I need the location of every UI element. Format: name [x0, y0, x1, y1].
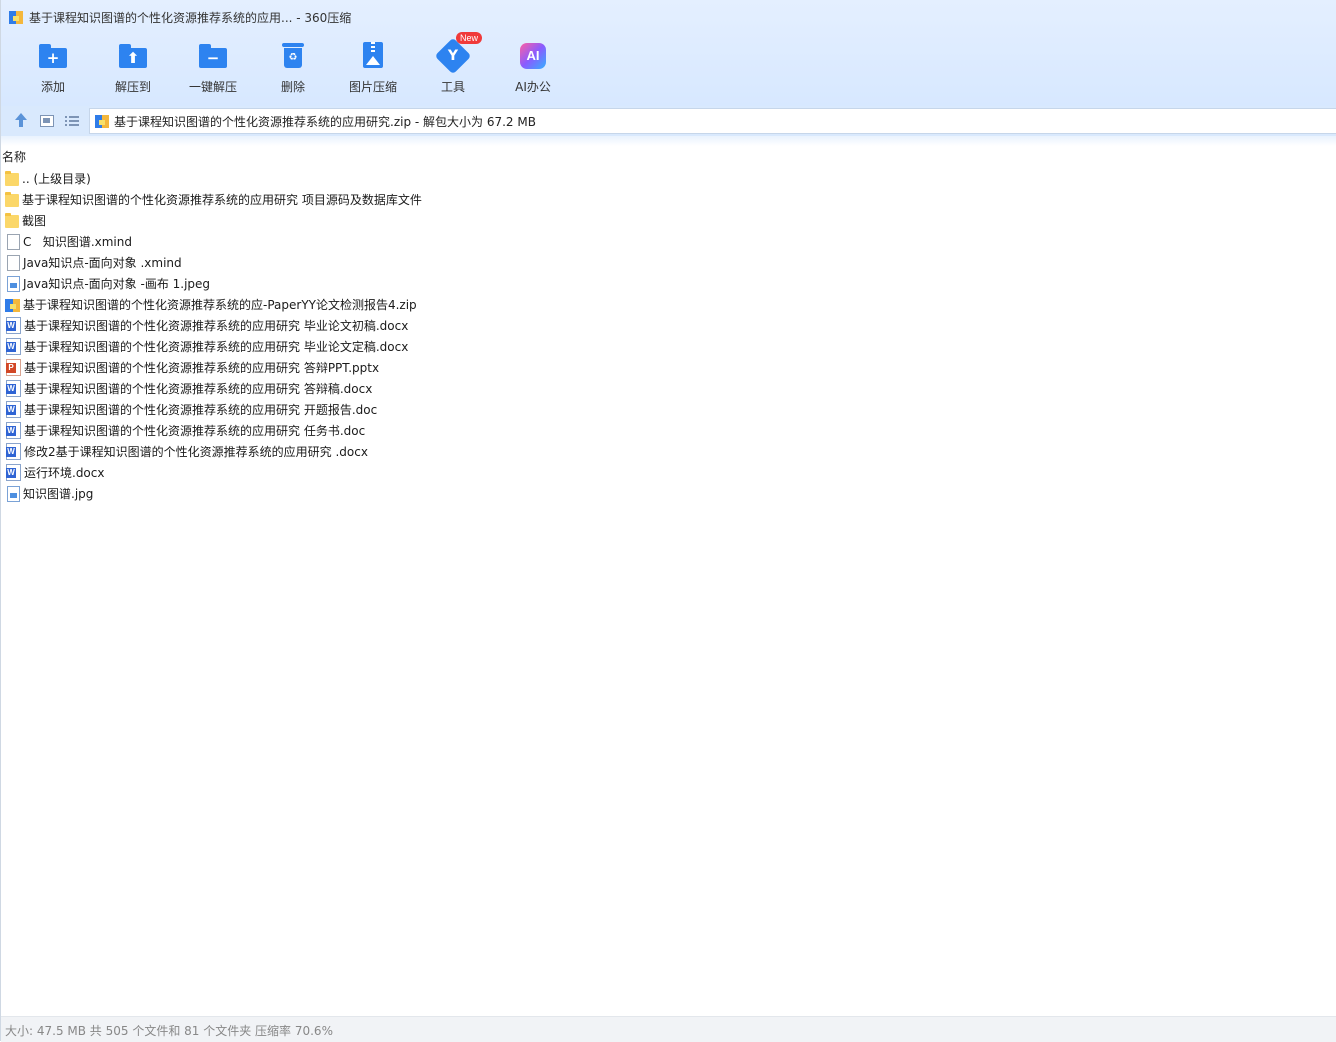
- file-name: 基于课程知识图谱的个性化资源推荐系统的应用研究 答辩稿.docx: [24, 382, 373, 396]
- word-file-icon: [6, 443, 21, 460]
- list-item[interactable]: 基于课程知识图谱的个性化资源推荐系统的应用研究 答辩PPT.pptx: [5, 357, 422, 378]
- list-item[interactable]: 截图: [5, 210, 422, 231]
- address-bar[interactable]: 基于课程知识图谱的个性化资源推荐系统的应用研究.zip - 解包大小为 67.2…: [89, 108, 1336, 134]
- list-item[interactable]: 基于课程知识图谱的个性化资源推荐系统的应用研究 毕业论文定稿.docx: [5, 336, 422, 357]
- new-badge: New: [456, 32, 483, 44]
- extract-to-button[interactable]: ⬆ 解压到: [93, 34, 173, 100]
- ai-office-button[interactable]: AI AI办公: [493, 34, 573, 100]
- toolbar: + 添加 ⬆ 解压到 − 一键解压 ♻ 删除 图片压缩 Y New 工具 AI …: [13, 32, 573, 100]
- file-name: 知识图谱.jpg: [23, 487, 94, 501]
- ai-office-icon: AI: [517, 40, 549, 72]
- list-item[interactable]: 知识图谱.jpg: [5, 483, 422, 504]
- file-name: C 知识图谱.xmind: [23, 235, 132, 249]
- file-name: 基于课程知识图谱的个性化资源推荐系统的应用研究 开题报告.doc: [24, 403, 378, 417]
- file-name: 基于课程知识图谱的个性化资源推荐系统的应用研究 答辩PPT.pptx: [24, 361, 380, 375]
- generic-file-icon: [7, 233, 20, 250]
- word-file-icon: [6, 422, 21, 439]
- image-compress-button[interactable]: 图片压缩: [333, 34, 413, 100]
- tools-button[interactable]: Y New 工具: [413, 32, 493, 100]
- thumbnail-view-icon[interactable]: [39, 113, 55, 129]
- folder-icon: [5, 171, 19, 186]
- status-text: 大小: 47.5 MB 共 505 个文件和 81 个文件夹 压缩率 70.6%: [5, 1024, 333, 1038]
- file-name: 基于课程知识图谱的个性化资源推荐系统的应用研究 毕业论文定稿.docx: [24, 340, 409, 354]
- one-click-extract-icon: −: [197, 40, 229, 72]
- list-item[interactable]: 基于课程知识图谱的个性化资源推荐系统的应用研究 开题报告.doc: [5, 399, 422, 420]
- title-toolbar-area: 基于课程知识图谱的个性化资源推荐系统的应用... - 360压缩 + 添加 ⬆ …: [1, 0, 1336, 106]
- list-view-icon[interactable]: [65, 113, 81, 129]
- list-item[interactable]: 修改2基于课程知识图谱的个性化资源推荐系统的应用研究 .docx: [5, 441, 422, 462]
- archive-path: 基于课程知识图谱的个性化资源推荐系统的应用研究.zip - 解包大小为 67.2…: [114, 114, 536, 129]
- image-compress-label: 图片压缩: [348, 80, 397, 94]
- title-bar: 基于课程知识图谱的个性化资源推荐系统的应用... - 360压缩: [9, 7, 351, 27]
- word-file-icon: [6, 317, 21, 334]
- powerpoint-file-icon: [6, 359, 21, 376]
- folder-icon: [5, 192, 19, 207]
- file-name: 运行环境.docx: [24, 466, 105, 480]
- list-item[interactable]: C 知识图谱.xmind: [5, 231, 422, 252]
- file-name: Java知识点-面向对象 -画布 1.jpeg: [23, 277, 211, 291]
- word-file-icon: [6, 380, 21, 397]
- tools-icon: Y: [434, 37, 472, 75]
- extract-to-label: 解压到: [114, 80, 151, 94]
- word-file-icon: [6, 401, 21, 418]
- file-name: 截图: [22, 214, 47, 228]
- app-window: 基于课程知识图谱的个性化资源推荐系统的应用... - 360压缩 + 添加 ⬆ …: [0, 0, 1336, 1042]
- list-item[interactable]: Java知识点-面向对象 .xmind: [5, 252, 422, 273]
- separator: [1, 136, 1336, 146]
- delete-bin-icon: ♻: [277, 40, 309, 72]
- file-name: 基于课程知识图谱的个性化资源推荐系统的应用研究 毕业论文初稿.docx: [24, 319, 409, 333]
- delete-button[interactable]: ♻ 删除: [253, 34, 333, 100]
- image-file-icon: [7, 485, 20, 502]
- up-level-icon[interactable]: [13, 113, 29, 129]
- folder-icon: [5, 213, 19, 228]
- add-button[interactable]: + 添加: [13, 34, 93, 100]
- zip-file-icon: [5, 299, 20, 312]
- list-item[interactable]: .. (上级目录): [5, 168, 422, 189]
- one-click-extract-label: 一键解压: [188, 80, 237, 94]
- zip-archive-icon: [95, 114, 109, 128]
- delete-label: 删除: [280, 80, 305, 94]
- address-row: 基于课程知识图谱的个性化资源推荐系统的应用研究.zip - 解包大小为 67.2…: [1, 106, 1336, 136]
- ai-office-label: AI办公: [515, 80, 551, 94]
- file-name: .. (上级目录): [22, 172, 91, 186]
- word-file-icon: [6, 464, 21, 481]
- list-item[interactable]: 基于课程知识图谱的个性化资源推荐系统的应用研究 毕业论文初稿.docx: [5, 315, 422, 336]
- one-click-extract-button[interactable]: − 一键解压: [173, 34, 253, 100]
- image-compress-icon: [357, 40, 389, 72]
- file-name: 基于课程知识图谱的个性化资源推荐系统的应用研究 任务书.doc: [24, 424, 366, 438]
- status-bar: 大小: 47.5 MB 共 505 个文件和 81 个文件夹 压缩率 70.6%: [1, 1016, 1336, 1042]
- add-folder-icon: +: [37, 40, 69, 72]
- tools-label: 工具: [440, 80, 465, 94]
- file-name: 基于课程知识图谱的个性化资源推荐系统的应用研究 项目源码及数据库文件: [22, 193, 422, 207]
- generic-file-icon: [7, 254, 20, 271]
- list-item[interactable]: 基于课程知识图谱的个性化资源推荐系统的应用研究 答辩稿.docx: [5, 378, 422, 399]
- file-name: Java知识点-面向对象 .xmind: [23, 256, 182, 270]
- add-label: 添加: [40, 80, 65, 94]
- archive-app-icon: [9, 10, 23, 24]
- list-item[interactable]: 基于课程知识图谱的个性化资源推荐系统的应-PaperYY论文检测报告4.zip: [5, 294, 422, 315]
- column-header-name[interactable]: 名称: [2, 148, 26, 164]
- word-file-icon: [6, 338, 21, 355]
- list-item[interactable]: 基于课程知识图谱的个性化资源推荐系统的应用研究 项目源码及数据库文件: [5, 189, 422, 210]
- list-item[interactable]: 基于课程知识图谱的个性化资源推荐系统的应用研究 任务书.doc: [5, 420, 422, 441]
- window-title: 基于课程知识图谱的个性化资源推荐系统的应用... - 360压缩: [29, 10, 352, 25]
- file-name: 基于课程知识图谱的个性化资源推荐系统的应-PaperYY论文检测报告4.zip: [23, 298, 417, 312]
- file-list: .. (上级目录) 基于课程知识图谱的个性化资源推荐系统的应用研究 项目源码及数…: [5, 168, 422, 504]
- list-item[interactable]: Java知识点-面向对象 -画布 1.jpeg: [5, 273, 422, 294]
- list-item[interactable]: 运行环境.docx: [5, 462, 422, 483]
- extract-to-icon: ⬆: [117, 40, 149, 72]
- file-name: 修改2基于课程知识图谱的个性化资源推荐系统的应用研究 .docx: [24, 445, 368, 459]
- image-file-icon: [7, 275, 20, 292]
